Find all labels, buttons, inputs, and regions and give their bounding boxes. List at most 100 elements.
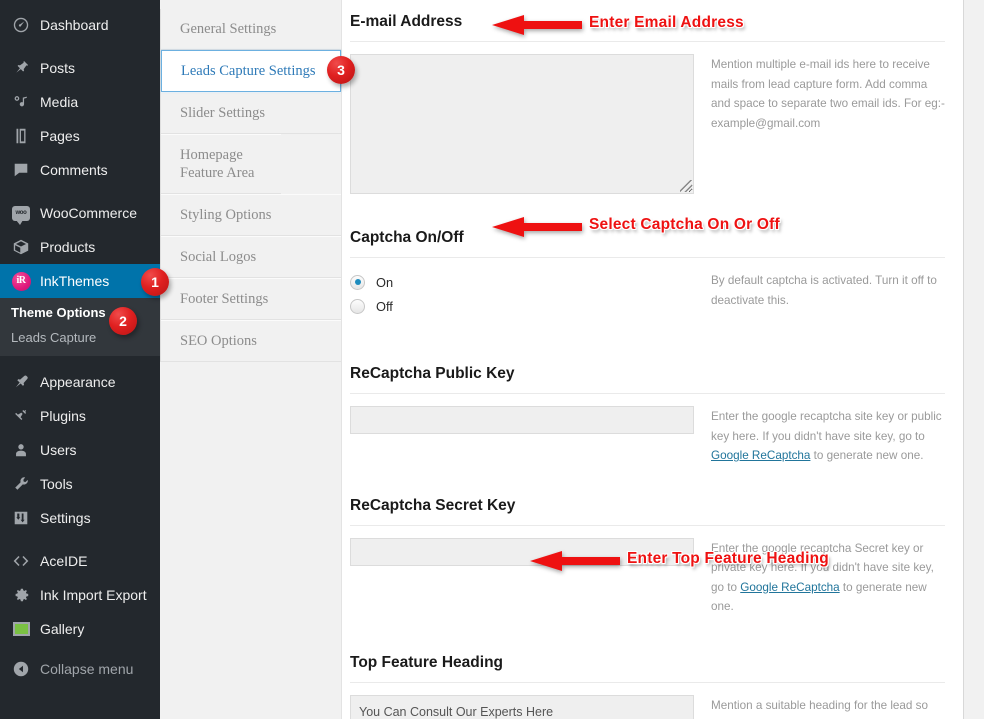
sidebar-item-gallery[interactable]: Gallery	[0, 612, 160, 646]
tab-slider-settings[interactable]: Slider Settings	[161, 92, 341, 134]
woocommerce-icon: woo	[11, 203, 31, 225]
top-feature-help-text: Mention a suitable heading for the lead …	[711, 698, 938, 719]
sidebar-item-label: Settings	[40, 510, 91, 526]
dashboard-icon	[11, 15, 31, 35]
sidebar-item-inkthemes[interactable]: iR InkThemes	[0, 264, 160, 298]
sidebar-item-label: Posts	[40, 60, 76, 76]
sidebar-item-label: AceIDE	[40, 553, 88, 569]
tools-wrench-icon	[11, 474, 31, 494]
appearance-brush-icon	[11, 372, 31, 392]
sidebar-item-label: Dashboard	[40, 17, 109, 33]
field-label-email-address: E-mail Address	[350, 0, 945, 42]
sidebar-item-ink-import-export[interactable]: Ink Import Export	[0, 578, 160, 612]
email-address-help-text: Mention multiple e-mail ids here to rece…	[711, 58, 945, 130]
gallery-icon	[11, 619, 31, 639]
tab-social-logos[interactable]: Social Logos	[161, 236, 341, 278]
field-recaptcha-public-key: ReCaptcha Public Key Enter the google re…	[350, 352, 945, 466]
field-top-feature-heading: Top Feature Heading Mention a suitable h…	[350, 641, 945, 719]
radio-option-off[interactable]: Off	[350, 294, 694, 318]
recaptcha-secret-key-input[interactable]	[350, 537, 694, 566]
submenu-item-theme-options[interactable]: Theme Options	[0, 300, 160, 325]
collapse-menu-label: Collapse menu	[40, 661, 134, 677]
users-icon	[11, 440, 31, 460]
sidebar-item-appearance[interactable]: Appearance	[0, 365, 160, 399]
tab-general-settings[interactable]: General Settings	[161, 9, 341, 50]
menu-separator	[0, 42, 160, 51]
settings-tab-column: General Settings Leads Capture Settings …	[160, 0, 341, 719]
sidebar-item-pages[interactable]: Pages	[0, 119, 160, 153]
products-box-icon	[11, 237, 31, 257]
radio-on-input[interactable]	[350, 274, 365, 290]
sidebar-item-media[interactable]: Media	[0, 85, 160, 119]
wp-admin-screen: Dashboard Posts Media Pages Comments woo…	[0, 0, 984, 719]
tab-seo-options[interactable]: SEO Options	[161, 320, 341, 362]
top-feature-heading-textarea[interactable]	[350, 694, 694, 719]
sidebar-item-plugins[interactable]: Plugins	[0, 399, 160, 433]
inkthemes-icon: iR	[11, 271, 31, 291]
sidebar-item-label: Users	[40, 442, 77, 458]
tab-footer-settings[interactable]: Footer Settings	[161, 278, 341, 320]
google-recaptcha-link[interactable]: Google ReCaptcha	[711, 449, 810, 462]
sidebar-item-label: InkThemes	[40, 273, 110, 289]
help-text-before: Enter the google recaptcha site key or p…	[711, 410, 942, 443]
sidebar-item-label: Comments	[40, 162, 108, 178]
help-text-after: to generate new one.	[810, 449, 924, 462]
field-label-recaptcha-secret: ReCaptcha Secret Key	[350, 484, 945, 526]
menu-separator	[0, 356, 160, 365]
tab-leads-capture-settings[interactable]: Leads Capture Settings	[161, 50, 341, 92]
sidebar-item-aceide[interactable]: AceIDE	[0, 544, 160, 578]
menu-separator	[0, 535, 160, 544]
sidebar-item-products[interactable]: Products	[0, 230, 160, 264]
captcha-help-text: By default captcha is activated. Turn it…	[711, 274, 937, 307]
menu-separator	[0, 187, 160, 196]
plugins-plug-icon	[11, 406, 31, 426]
sidebar-item-woocommerce[interactable]: woo WooCommerce	[0, 196, 160, 230]
settings-form-panel: E-mail Address Mention multiple e-mail i…	[341, 0, 964, 719]
gear-icon	[11, 585, 31, 605]
tab-homepage-feature-area[interactable]: Homepage Feature Area	[161, 134, 281, 194]
sidebar-item-label: Products	[40, 239, 96, 255]
sidebar-item-label: Appearance	[40, 374, 116, 390]
recaptcha-public-help-text: Enter the google recaptcha site key or p…	[711, 407, 945, 466]
sidebar-item-label: Media	[40, 94, 79, 110]
field-captcha-toggle: Captcha On/Off On Off By default captcha…	[350, 216, 945, 318]
radio-off-input[interactable]	[350, 298, 365, 314]
field-email-address: E-mail Address Mention multiple e-mail i…	[350, 0, 945, 194]
collapse-arrow-icon	[11, 659, 31, 679]
pin-icon	[11, 58, 31, 78]
code-brackets-icon	[11, 551, 31, 571]
submenu-item-leads-capture[interactable]: Leads Capture	[0, 325, 160, 350]
sidebar-item-tools[interactable]: Tools	[0, 467, 160, 501]
sidebar-item-label: Tools	[40, 476, 73, 492]
right-gutter	[964, 0, 984, 719]
sidebar-item-settings[interactable]: Settings	[0, 501, 160, 535]
settings-tab-list: General Settings Leads Capture Settings …	[160, 9, 341, 362]
tab-styling-options[interactable]: Styling Options	[161, 194, 341, 236]
inkthemes-submenu: Theme Options Leads Capture	[0, 298, 160, 356]
recaptcha-secret-help-text: Enter the google recaptcha Secret key or…	[711, 539, 945, 617]
comments-icon	[11, 160, 31, 180]
field-recaptcha-secret-key: ReCaptcha Secret Key Enter the google re…	[350, 484, 945, 617]
sidebar-item-label: Pages	[40, 128, 80, 144]
settings-sliders-icon	[11, 508, 31, 528]
sidebar-item-label: Gallery	[40, 621, 85, 637]
recaptcha-public-key-input[interactable]	[350, 406, 694, 434]
pages-icon	[11, 126, 31, 146]
sidebar-item-posts[interactable]: Posts	[0, 51, 160, 85]
sidebar-item-dashboard[interactable]: Dashboard	[0, 8, 160, 42]
media-icon	[11, 92, 31, 112]
email-address-textarea[interactable]	[350, 54, 694, 194]
sidebar-item-comments[interactable]: Comments	[0, 153, 160, 187]
sidebar-item-label: Ink Import Export	[40, 587, 147, 603]
admin-sidebar: Dashboard Posts Media Pages Comments woo…	[0, 0, 160, 719]
radio-option-on[interactable]: On	[350, 270, 694, 294]
sidebar-item-users[interactable]: Users	[0, 433, 160, 467]
radio-off-label: Off	[376, 298, 393, 314]
collapse-menu-button[interactable]: Collapse menu	[0, 652, 160, 686]
radio-on-label: On	[376, 274, 394, 290]
google-recaptcha-link[interactable]: Google ReCaptcha	[740, 581, 839, 594]
field-label-captcha: Captcha On/Off	[350, 216, 945, 258]
field-label-recaptcha-public: ReCaptcha Public Key	[350, 352, 945, 394]
sidebar-item-label: WooCommerce	[40, 205, 137, 221]
sidebar-item-label: Plugins	[40, 408, 86, 424]
